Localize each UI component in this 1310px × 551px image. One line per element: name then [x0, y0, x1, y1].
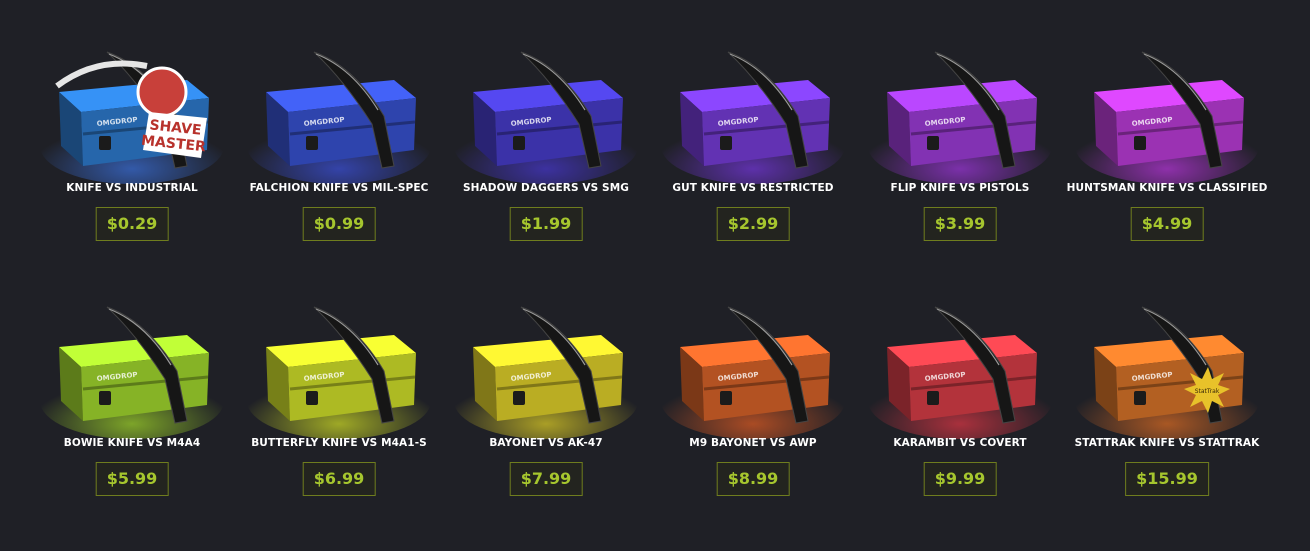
- stattrak-karambit-case-icon[interactable]: OMGDROP StatTrak: [1072, 301, 1262, 441]
- bowie-knife-case-icon[interactable]: OMGDROP: [37, 301, 227, 441]
- case-name: FLIP KNIFE VS PISTOLS: [890, 182, 1030, 194]
- case-card[interactable]: OMGDROP BUTTERFLY KNIFE VS M4A1-S $6.99: [236, 301, 443, 551]
- case-name: BAYONET VS AK-47: [489, 437, 603, 449]
- shadow-daggers-case-icon[interactable]: OMGDROP: [451, 46, 641, 186]
- case-card[interactable]: OMGDROP BAYONET VS AK-47 $7.99: [443, 301, 650, 551]
- case-price-button[interactable]: $0.99: [302, 207, 376, 241]
- case-name: SHADOW DAGGERS VS SMG: [463, 182, 629, 194]
- case-card[interactable]: OMGDROP GUT KNIFE VS RESTRICTED $2.99: [650, 46, 857, 296]
- svg-text:StatTrak: StatTrak: [1195, 388, 1220, 395]
- case-price-button[interactable]: $7.99: [509, 462, 583, 496]
- case-price-button[interactable]: $3.99: [923, 207, 997, 241]
- case-price-button[interactable]: $15.99: [1125, 462, 1209, 496]
- case-price-button[interactable]: $6.99: [302, 462, 376, 496]
- case-price-button[interactable]: $9.99: [923, 462, 997, 496]
- case-name: STATTRAK KNIFE VS STATTRAK: [1074, 437, 1260, 449]
- case-name: KARAMBIT VS COVERT: [893, 437, 1027, 449]
- case-name: BUTTERFLY KNIFE VS M4A1-S: [251, 437, 427, 449]
- case-name: FALCHION KNIFE VS MIL-SPEC: [249, 182, 429, 194]
- karambit-shave-master-icon[interactable]: OMGDROP SHAVE MASTER: [37, 46, 227, 186]
- case-name: BOWIE KNIFE VS M4A4: [63, 437, 201, 449]
- falchion-knife-case-icon[interactable]: OMGDROP: [244, 46, 434, 186]
- case-name: KNIFE VS INDUSTRIAL: [66, 182, 198, 194]
- case-card[interactable]: OMGDROP FALCHION KNIFE VS MIL-SPEC $0.99: [236, 46, 443, 296]
- case-name: GUT KNIFE VS RESTRICTED: [672, 182, 834, 194]
- case-name: HUNTSMAN KNIFE VS CLASSIFIED: [1066, 182, 1268, 194]
- case-price-button[interactable]: $1.99: [509, 207, 583, 241]
- case-card[interactable]: OMGDROP KARAMBIT VS COVERT $9.99: [857, 301, 1064, 551]
- case-price-button[interactable]: $0.29: [95, 207, 169, 241]
- case-card[interactable]: OMGDROP StatTrak STATTRAK KNIFE VS STATTR…: [1064, 301, 1271, 551]
- huntsman-knife-case-icon[interactable]: OMGDROP: [1072, 46, 1262, 186]
- karambit-case-icon[interactable]: OMGDROP: [865, 301, 1055, 441]
- case-price-button[interactable]: $8.99: [716, 462, 790, 496]
- gut-knife-case-icon[interactable]: OMGDROP: [658, 46, 848, 186]
- bayonet-case-icon[interactable]: OMGDROP: [451, 301, 641, 441]
- case-card[interactable]: OMGDROP M9 BAYONET VS AWP $8.99: [650, 301, 857, 551]
- case-price-button[interactable]: $2.99: [716, 207, 790, 241]
- case-price-button[interactable]: $5.99: [95, 462, 169, 496]
- m9-bayonet-case-icon[interactable]: OMGDROP: [658, 301, 848, 441]
- case-card[interactable]: OMGDROP BOWIE KNIFE VS M4A4 $5.99: [29, 301, 236, 551]
- butterfly-knife-case-icon[interactable]: OMGDROP: [244, 301, 434, 441]
- case-card[interactable]: OMGDROP SHADOW DAGGERS VS SMG $1.99: [443, 46, 650, 296]
- case-card[interactable]: OMGDROP HUNTSMAN KNIFE VS CLASSIFIED $4.9…: [1064, 46, 1271, 296]
- case-price-button[interactable]: $4.99: [1130, 207, 1204, 241]
- flip-knife-case-icon[interactable]: OMGDROP: [865, 46, 1055, 186]
- case-card[interactable]: OMGDROP FLIP KNIFE VS PISTOLS $3.99: [857, 46, 1064, 296]
- case-grid: OMGDROP SHAVE MASTER KNIFE VS INDUSTRIAL $…: [0, 0, 1310, 531]
- case-card[interactable]: OMGDROP SHAVE MASTER KNIFE VS INDUSTRIAL $…: [29, 46, 236, 296]
- case-name: M9 BAYONET VS AWP: [689, 437, 817, 449]
